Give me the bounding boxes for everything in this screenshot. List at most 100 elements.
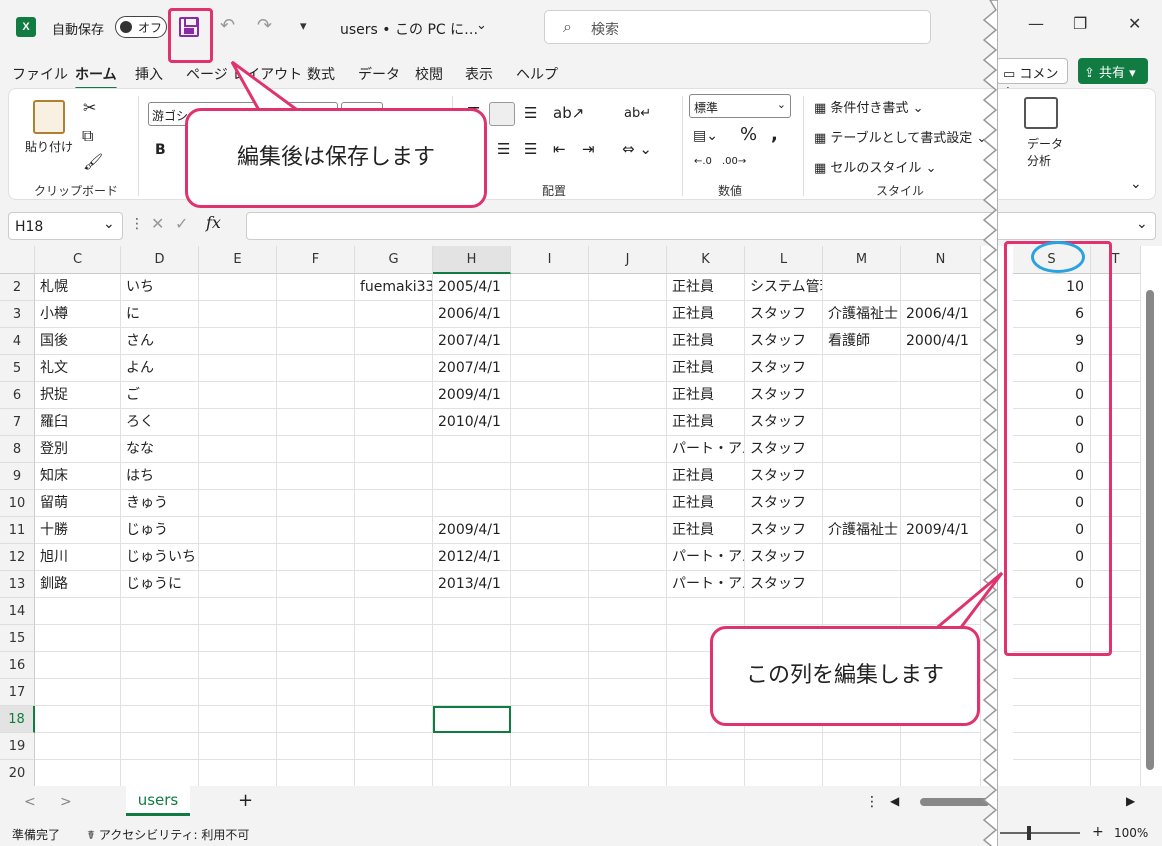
- cell-m10[interactable]: [823, 490, 901, 517]
- zoom-in-icon[interactable]: +: [1092, 824, 1104, 840]
- zoom-slider-thumb[interactable]: [1027, 826, 1031, 840]
- cell-n6[interactable]: [901, 382, 981, 409]
- row-header-2[interactable]: 2: [0, 274, 35, 301]
- cell-c3[interactable]: 小樽: [35, 301, 121, 328]
- cell-e16[interactable]: [199, 652, 277, 679]
- row-header-18[interactable]: 18: [0, 706, 35, 733]
- tab-review[interactable]: 校閲: [415, 64, 443, 84]
- cell-k2[interactable]: 正社員: [667, 274, 745, 301]
- cell-c13[interactable]: 釧路: [35, 571, 121, 598]
- tab-home[interactable]: ホーム: [75, 64, 117, 90]
- cell-s18[interactable]: [1013, 706, 1091, 733]
- sheet-tab-users[interactable]: users: [126, 786, 190, 816]
- currency-icon[interactable]: ▤⌄: [693, 128, 718, 144]
- autosave-toggle[interactable]: オフ: [115, 16, 167, 38]
- format-painter-icon[interactable]: 🖌: [83, 152, 103, 171]
- row-header-14[interactable]: 14: [0, 598, 35, 625]
- cell-n3[interactable]: 2006/4/1: [901, 301, 981, 328]
- cell-e17[interactable]: [199, 679, 277, 706]
- cell-h11[interactable]: 2009/4/1: [433, 517, 511, 544]
- cell-i18[interactable]: [511, 706, 589, 733]
- scroll-left-icon[interactable]: ◀: [890, 794, 899, 808]
- cell-n5[interactable]: [901, 355, 981, 382]
- conditional-format-button[interactable]: ▦ 条件付き書式 ⌄: [814, 97, 923, 116]
- cell-s19[interactable]: [1013, 733, 1091, 760]
- cell-f8[interactable]: [277, 436, 355, 463]
- cell-m13[interactable]: [823, 571, 901, 598]
- percent-icon[interactable]: %: [740, 124, 757, 145]
- cell-m6[interactable]: [823, 382, 901, 409]
- cell-k11[interactable]: 正社員: [667, 517, 745, 544]
- cell-c11[interactable]: 十勝: [35, 517, 121, 544]
- cell-i15[interactable]: [511, 625, 589, 652]
- tab-file[interactable]: ファイル: [12, 64, 68, 84]
- cell-f11[interactable]: [277, 517, 355, 544]
- cell-d10[interactable]: きゅう: [121, 490, 199, 517]
- cell-l2[interactable]: システム管理者: [745, 274, 823, 301]
- cell-j14[interactable]: [589, 598, 667, 625]
- row-header-16[interactable]: 16: [0, 652, 35, 679]
- cell-k7[interactable]: 正社員: [667, 409, 745, 436]
- insert-function-button[interactable]: fx: [206, 213, 221, 232]
- cell-d7[interactable]: ろく: [121, 409, 199, 436]
- cell-g4[interactable]: [355, 328, 433, 355]
- cell-e9[interactable]: [199, 463, 277, 490]
- tab-page-layout[interactable]: ページ レイアウト: [186, 64, 302, 84]
- cell-l5[interactable]: スタッフ: [745, 355, 823, 382]
- cell-d18[interactable]: [121, 706, 199, 733]
- cell-m12[interactable]: [823, 544, 901, 571]
- cell-h8[interactable]: [433, 436, 511, 463]
- document-title[interactable]: users • この PC に…: [340, 19, 478, 39]
- row-header-8[interactable]: 8: [0, 436, 35, 463]
- row-header-5[interactable]: 5: [0, 355, 35, 382]
- cell-j4[interactable]: [589, 328, 667, 355]
- cell-g8[interactable]: [355, 436, 433, 463]
- cell-n10[interactable]: [901, 490, 981, 517]
- comma-icon[interactable]: ,: [771, 124, 778, 145]
- cell-c6[interactable]: 択捉: [35, 382, 121, 409]
- cell-e8[interactable]: [199, 436, 277, 463]
- tab-help[interactable]: ヘルプ: [516, 64, 558, 84]
- cell-f18[interactable]: [277, 706, 355, 733]
- cell-k19[interactable]: [667, 733, 745, 760]
- increase-decimal-icon[interactable]: ←.0: [694, 156, 712, 167]
- data-analysis-icon[interactable]: [1024, 97, 1058, 129]
- cell-n9[interactable]: [901, 463, 981, 490]
- cell-h5[interactable]: 2007/4/1: [433, 355, 511, 382]
- cell-i9[interactable]: [511, 463, 589, 490]
- cell-g6[interactable]: [355, 382, 433, 409]
- cell-i11[interactable]: [511, 517, 589, 544]
- column-header-n[interactable]: N: [901, 246, 981, 274]
- cell-f20[interactable]: [277, 760, 355, 787]
- cell-g7[interactable]: [355, 409, 433, 436]
- cell-e6[interactable]: [199, 382, 277, 409]
- cell-d2[interactable]: いち: [121, 274, 199, 301]
- cell-d15[interactable]: [121, 625, 199, 652]
- cell-i6[interactable]: [511, 382, 589, 409]
- cell-k6[interactable]: 正社員: [667, 382, 745, 409]
- cell-i10[interactable]: [511, 490, 589, 517]
- cell-h12[interactable]: 2012/4/1: [433, 544, 511, 571]
- cell-g20[interactable]: [355, 760, 433, 787]
- cell-j3[interactable]: [589, 301, 667, 328]
- cell-l4[interactable]: スタッフ: [745, 328, 823, 355]
- minimize-icon[interactable]: —: [1028, 14, 1044, 33]
- expand-formula-icon[interactable]: ⌄: [1136, 216, 1148, 232]
- cell-i16[interactable]: [511, 652, 589, 679]
- cell-f16[interactable]: [277, 652, 355, 679]
- cell-i8[interactable]: [511, 436, 589, 463]
- row-header-6[interactable]: 6: [0, 382, 35, 409]
- cell-n14[interactable]: [901, 598, 981, 625]
- cell-g9[interactable]: [355, 463, 433, 490]
- comment-button[interactable]: ▭ コメント: [996, 58, 1068, 101]
- cell-e15[interactable]: [199, 625, 277, 652]
- cell-h6[interactable]: 2009/4/1: [433, 382, 511, 409]
- tab-data[interactable]: データ: [358, 64, 400, 84]
- cell-j19[interactable]: [589, 733, 667, 760]
- cell-l19[interactable]: [745, 733, 823, 760]
- merge-center-icon[interactable]: ⇔ ⌄: [622, 140, 652, 158]
- cell-j2[interactable]: [589, 274, 667, 301]
- decrease-decimal-icon[interactable]: .00→: [722, 156, 746, 167]
- cell-i3[interactable]: [511, 301, 589, 328]
- cell-f7[interactable]: [277, 409, 355, 436]
